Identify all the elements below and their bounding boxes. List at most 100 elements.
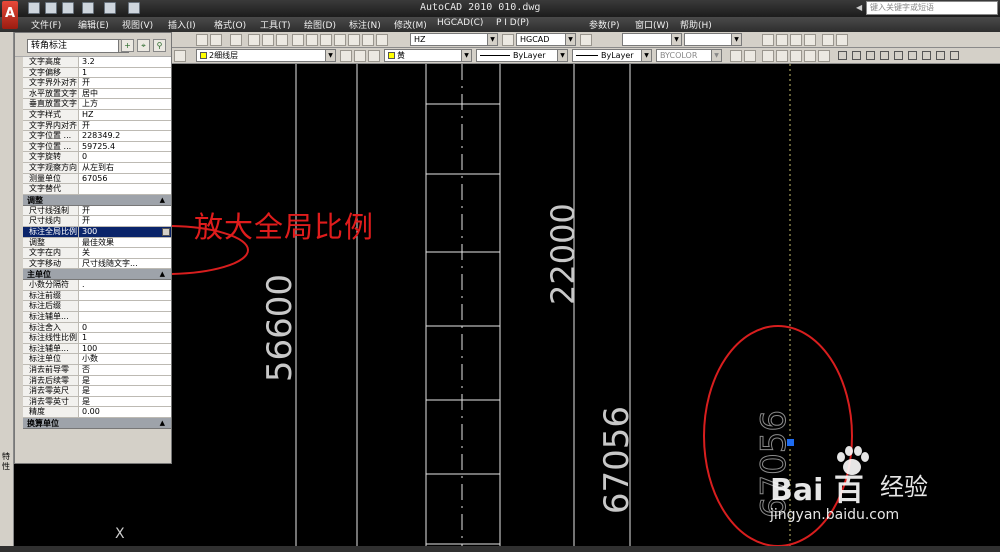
make-current-icon[interactable]: [340, 50, 352, 62]
zoom-previous-icon[interactable]: [276, 34, 288, 46]
object-type-select[interactable]: 转角标注▼: [27, 39, 129, 53]
layer-state-icon[interactable]: [174, 50, 186, 62]
section-primary-units[interactable]: 主单位 ▲: [23, 269, 171, 281]
property-row[interactable]: 测量单位 67056: [23, 173, 171, 185]
table-style-select[interactable]: ▼: [622, 33, 682, 46]
property-row[interactable]: 消去零英寸是: [23, 396, 171, 408]
lineweight-select[interactable]: ByLayer ▼: [572, 49, 652, 62]
zoom-all-icon[interactable]: [744, 50, 756, 62]
dim-leader-icon[interactable]: [822, 34, 834, 46]
section-alternate-units[interactable]: 换算单位 ▲: [23, 418, 171, 429]
menu-insert[interactable]: 插入(I): [168, 18, 196, 31]
color-select[interactable]: 黄 ▼: [384, 49, 472, 62]
plot-icon[interactable]: [128, 2, 140, 14]
redo-icon[interactable]: [104, 2, 116, 14]
menu-tools[interactable]: 工具(T): [260, 18, 291, 31]
property-row[interactable]: 垂直放置文字 上方: [23, 99, 171, 110]
dim-text-icon[interactable]: [804, 34, 816, 46]
color-magenta-icon[interactable]: [908, 51, 917, 60]
property-row[interactable]: 标注辅单... 100: [23, 343, 171, 355]
property-row[interactable]: 标注后缀: [23, 301, 171, 313]
help-icon[interactable]: [376, 34, 388, 46]
pan-icon[interactable]: [196, 34, 208, 46]
property-value-input[interactable]: 300: [79, 226, 171, 237]
dim-aligned-icon[interactable]: [776, 34, 788, 46]
property-row[interactable]: 标注辅单...: [23, 312, 171, 323]
property-row[interactable]: 文字样式 HZ: [23, 109, 171, 121]
property-row[interactable]: 消去零英尺是: [23, 386, 171, 397]
zoom-realtime-icon[interactable]: [248, 34, 260, 46]
property-row-dimscale[interactable]: 标注全局比例 300: [23, 226, 171, 238]
palette-side-strip[interactable]: 特性: [0, 32, 14, 552]
property-row[interactable]: 消去前导零否: [23, 365, 171, 376]
property-row[interactable]: 标注前缀: [23, 290, 171, 302]
properties-icon[interactable]: [292, 34, 304, 46]
property-row[interactable]: 标注单位 小数: [23, 354, 171, 366]
multileader-style-select[interactable]: ▼: [684, 33, 742, 46]
linetype-select[interactable]: ByLayer ▼: [476, 49, 568, 62]
property-row[interactable]: 文字位置 ... 228349.2: [23, 131, 171, 142]
view-left-icon[interactable]: [790, 50, 802, 62]
dimension-text-56600[interactable]: 56600: [260, 273, 300, 383]
toggle-pickadd-icon[interactable]: +: [121, 39, 134, 52]
property-row[interactable]: 文字界内对齐开: [23, 120, 171, 132]
text-style-select[interactable]: HZ ▼: [410, 33, 498, 46]
color-yellow-icon[interactable]: [852, 51, 861, 60]
zoom-extents-icon[interactable]: [730, 50, 742, 62]
view-back-icon[interactable]: [776, 50, 788, 62]
menu-edit[interactable]: 编辑(E): [78, 18, 109, 31]
menu-help[interactable]: 帮助(H): [680, 18, 712, 31]
table-style-icon[interactable]: [580, 34, 592, 46]
autocad-logo-icon[interactable]: A: [2, 1, 18, 29]
property-row[interactable]: 文字替代: [23, 184, 171, 195]
dim-edit-icon[interactable]: [836, 34, 848, 46]
menu-dimension[interactable]: 标注(N): [349, 18, 381, 31]
dim-arc-icon[interactable]: [790, 34, 802, 46]
color-green-icon[interactable]: [866, 51, 875, 60]
design-center-icon[interactable]: [306, 34, 318, 46]
calculator-icon[interactable]: [362, 34, 374, 46]
property-row[interactable]: 水平放置文字 居中: [23, 88, 171, 100]
property-row[interactable]: 标注舍入 0: [23, 322, 171, 334]
search-expand-icon[interactable]: ◀: [856, 3, 862, 12]
property-row[interactable]: 文字界外对齐开: [23, 78, 171, 89]
dim-style-select[interactable]: HGCAD ▼: [516, 33, 576, 46]
menu-pid[interactable]: P I D(P): [496, 18, 529, 28]
section-adjust[interactable]: 调整 ▲: [23, 194, 171, 206]
search-input[interactable]: 键入关键字或短语: [866, 1, 998, 15]
collapse-icon[interactable]: ▲: [160, 195, 165, 206]
property-row[interactable]: 调整 最佳效果: [23, 237, 171, 249]
property-row[interactable]: 文字观察方向 从左到右: [23, 162, 171, 174]
menu-hgcad[interactable]: HGCAD(C): [437, 18, 483, 28]
dimension-text-22000[interactable]: 22000: [544, 203, 582, 305]
zoom-window-icon[interactable]: [262, 34, 274, 46]
color-white-icon[interactable]: [922, 51, 931, 60]
redo-tool-icon[interactable]: [230, 34, 242, 46]
new-file-icon[interactable]: [28, 2, 40, 14]
undo-icon[interactable]: [82, 2, 94, 14]
drawing-canvas[interactable]: 56600 22000 67056 67056: [172, 64, 1000, 552]
view-front-icon[interactable]: [762, 50, 774, 62]
property-row[interactable]: 尺寸线内开: [23, 216, 171, 227]
save-icon[interactable]: [62, 2, 74, 14]
color-lightgray-icon[interactable]: [950, 51, 959, 60]
property-row[interactable]: 文字位置 ... 59725.4: [23, 141, 171, 153]
layer-match-icon[interactable]: [368, 50, 380, 62]
property-row[interactable]: 文字高度 3.2: [23, 57, 171, 68]
property-row[interactable]: 尺寸线强制开: [23, 205, 171, 217]
property-row[interactable]: 小数分隔符.: [23, 280, 171, 291]
property-row[interactable]: 文字偏移 1: [23, 67, 171, 79]
menu-file[interactable]: 文件(F): [31, 18, 61, 31]
collapse-icon[interactable]: ▲: [160, 269, 165, 280]
view-iso-icon[interactable]: [818, 50, 830, 62]
property-row[interactable]: 文字旋转 0: [23, 152, 171, 163]
menu-draw[interactable]: 绘图(D): [304, 18, 336, 31]
markup-icon[interactable]: [348, 34, 360, 46]
menu-params[interactable]: 参数(P): [589, 18, 619, 31]
collapse-icon[interactable]: ▲: [160, 418, 165, 429]
open-file-icon[interactable]: [45, 2, 57, 14]
dim-linear-icon[interactable]: [762, 34, 774, 46]
property-row[interactable]: 文字移动 尺寸线随文字...: [23, 258, 171, 270]
layer-previous-icon[interactable]: [354, 50, 366, 62]
undo-tool-icon[interactable]: [210, 34, 222, 46]
